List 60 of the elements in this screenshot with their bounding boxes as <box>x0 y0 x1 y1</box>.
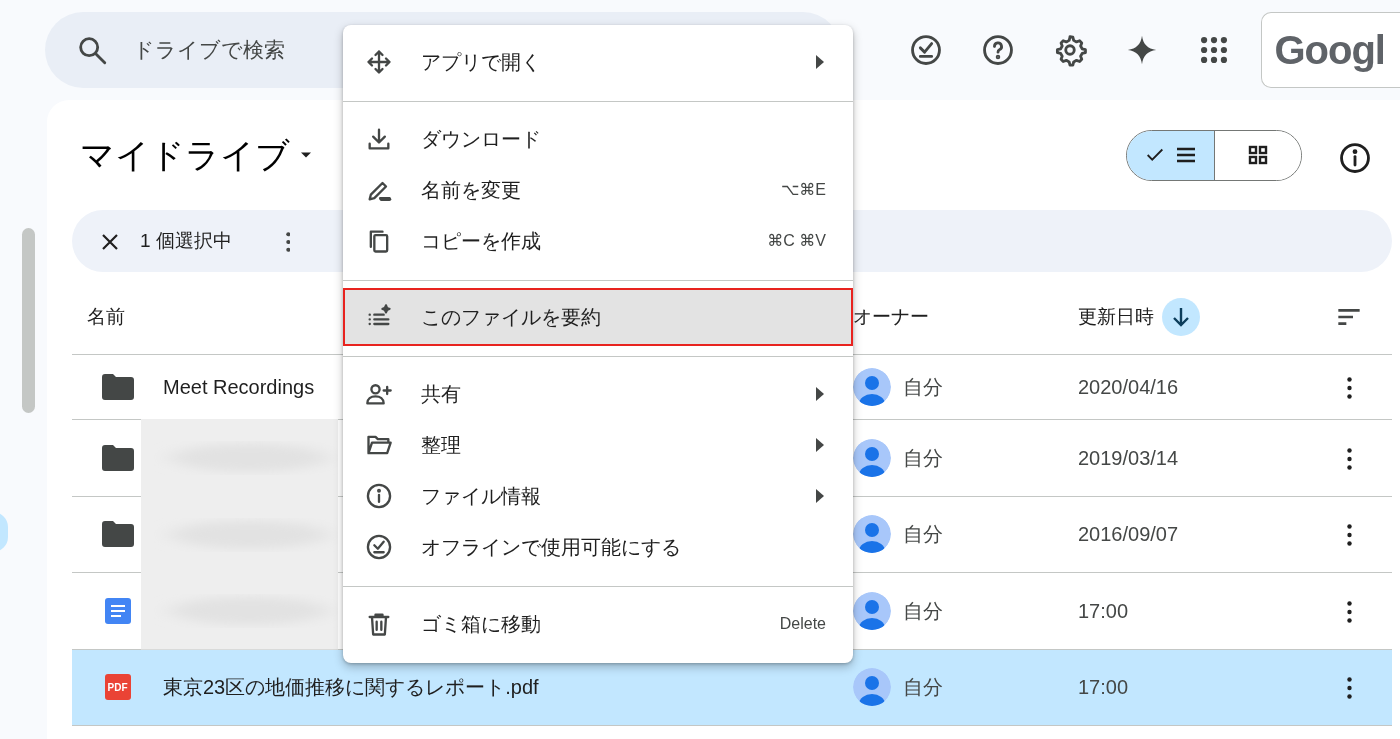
column-header[interactable]: 名前 <box>87 305 125 327</box>
document-icon <box>104 597 131 624</box>
folder-icon <box>101 444 134 471</box>
account-button[interactable]: Googl <box>1261 12 1400 88</box>
menu-item[interactable]: ダウンロード <box>343 113 853 164</box>
more-icon <box>1346 447 1352 470</box>
owner-name: 自分 <box>903 445 943 471</box>
more-icon <box>1346 524 1352 546</box>
pdf-icon: PDF <box>104 674 131 701</box>
more-icon <box>285 231 291 252</box>
menu-item[interactable]: 共有 <box>343 368 853 419</box>
avatar <box>853 591 891 630</box>
modified-date: 17:00 <box>1078 598 1129 624</box>
modified-date: 17:00 <box>1078 675 1129 701</box>
menu-item[interactable]: ゴミ箱に移動 Delete <box>343 598 853 649</box>
menu-item[interactable]: アプリで開く <box>343 36 853 87</box>
avatar <box>853 515 891 554</box>
grid-icon <box>1246 143 1270 167</box>
owner-name: 自分 <box>903 598 943 624</box>
menu-item[interactable]: オフラインで使用可能にする <box>343 521 853 572</box>
column-header[interactable]: 更新日時 <box>1078 302 1154 332</box>
scrollbar-thumb[interactable] <box>22 228 35 413</box>
file-name: Meet Recordings <box>163 376 315 398</box>
offline-icon <box>365 532 393 561</box>
info-icon <box>1338 141 1372 175</box>
title-dropdown[interactable]: マイドライブ <box>80 129 316 181</box>
info-icon <box>365 481 393 510</box>
help-icon[interactable] <box>981 33 1016 67</box>
menu-item[interactable]: コピーを作成 ⌘C ⌘V <box>343 215 853 266</box>
column-header[interactable]: オーナー <box>853 302 929 332</box>
modified-date: 2019/03/14 <box>1078 445 1179 471</box>
shortcut-hint: Delete <box>779 613 826 634</box>
folder-icon <box>101 521 134 548</box>
grid-view-button[interactable] <box>1214 130 1301 180</box>
folder-icon <box>101 374 134 400</box>
file-row[interactable]: PDF 東京23区の地価推移に関するレポート.pdf 自分 17:00 <box>72 649 1392 726</box>
modified-date: 2020/04/16 <box>1078 375 1179 400</box>
owner-name: 自分 <box>903 522 943 548</box>
list-view-button[interactable] <box>1127 130 1214 180</box>
shortcut-hint: ⌘C ⌘V <box>767 230 826 251</box>
owner-name: 自分 <box>903 375 943 400</box>
offline-icon[interactable] <box>909 33 944 67</box>
menu-item[interactable]: 整理 <box>343 419 853 470</box>
more-icon <box>1346 600 1352 623</box>
more-icon <box>1346 376 1352 399</box>
file-name: 東京23区の地価推移に関するレポート.pdf <box>163 676 539 699</box>
avatar <box>853 368 891 406</box>
modified-date: 2016/09/07 <box>1078 522 1179 548</box>
open-icon <box>365 47 393 76</box>
menu-item[interactable]: このファイルを要約 <box>343 288 853 346</box>
selection-count: 1 個選択中 <box>140 228 232 253</box>
avatar <box>853 668 891 707</box>
sort-direction-icon[interactable] <box>1162 298 1200 336</box>
menu-item[interactable]: 名前を変更 ⌥⌘E <box>343 164 853 215</box>
more-icon <box>1346 677 1352 699</box>
settings-icon[interactable] <box>1053 33 1088 67</box>
owner-name: 自分 <box>903 675 943 701</box>
shortcut-hint: ⌥⌘E <box>780 179 826 200</box>
menu-item[interactable]: ファイル情報 <box>343 470 853 521</box>
avatar <box>853 438 891 477</box>
